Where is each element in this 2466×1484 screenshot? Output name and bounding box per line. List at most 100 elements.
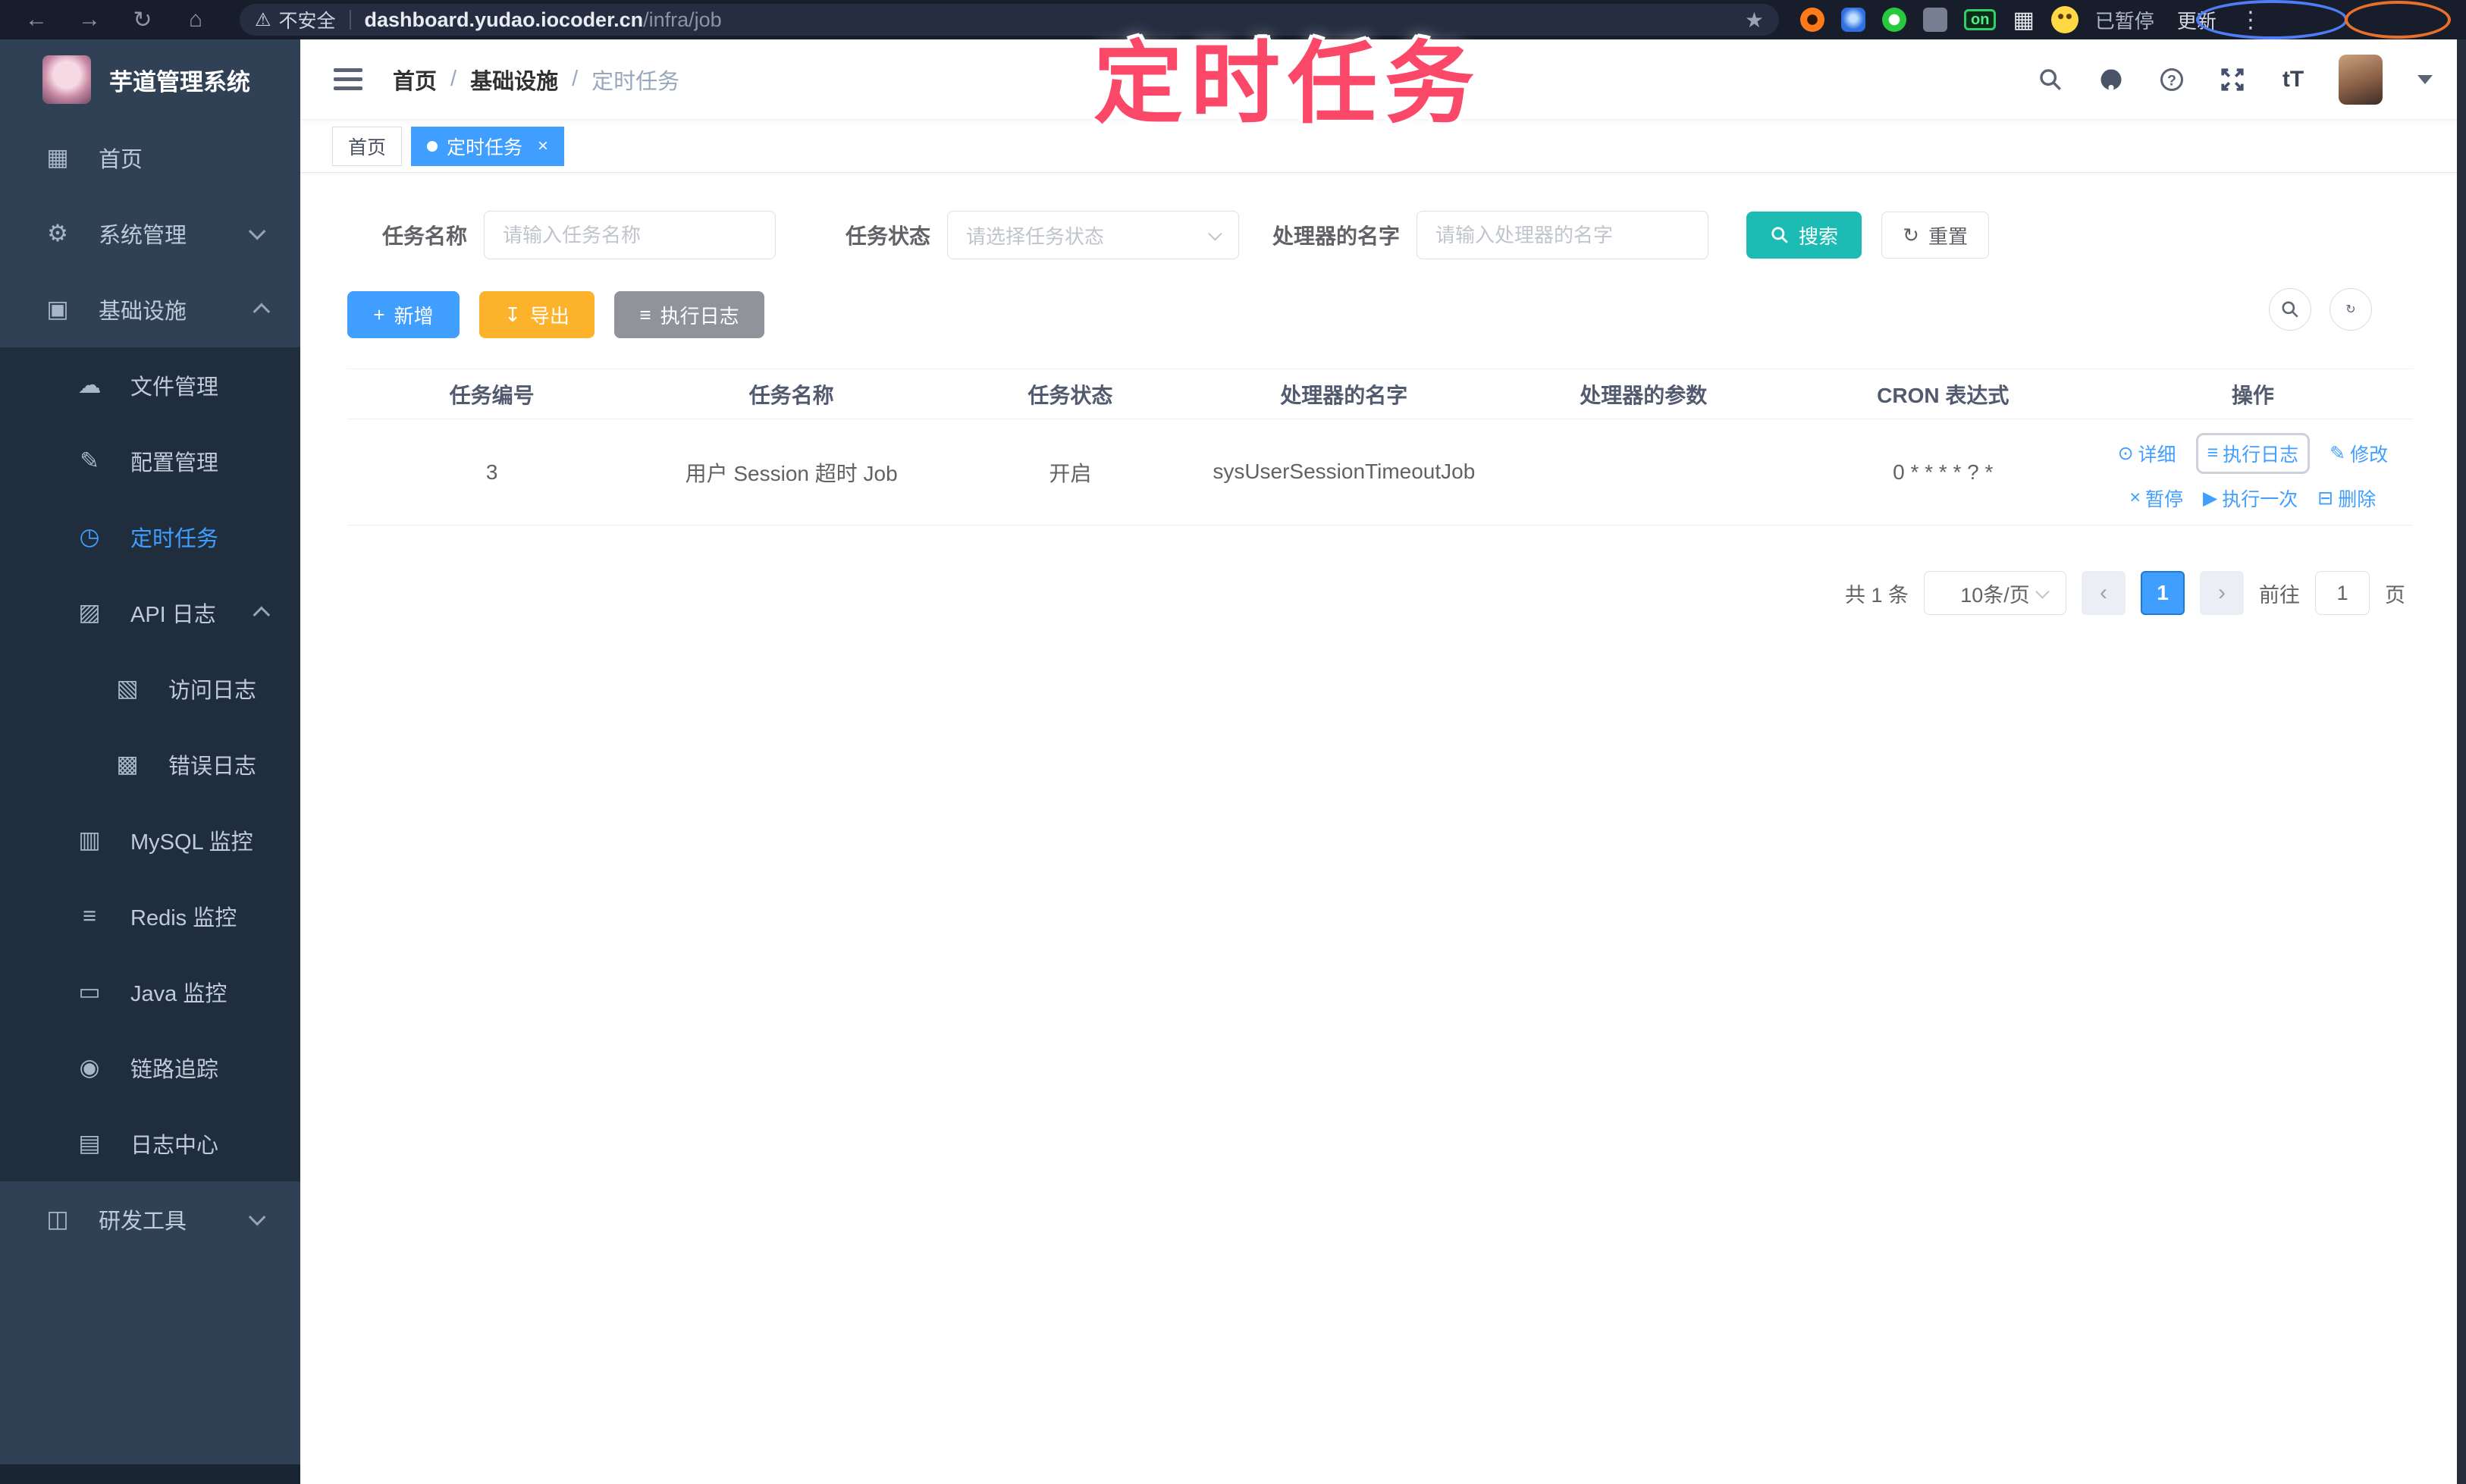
browser-menu-icon[interactable]: ⋮ <box>2239 7 2262 33</box>
chevron-up-icon <box>253 606 271 624</box>
browser-chrome-bar: ← → ↻ ⌂ ⚠ 不安全 dashboard.yudao.iocoder.cn… <box>0 0 2466 39</box>
security-label[interactable]: 不安全 <box>279 6 336 33</box>
sidebar-item-label: 定时任务 <box>130 527 219 551</box>
extension-icon-gray[interactable] <box>1923 8 1947 32</box>
handler-name-input[interactable] <box>1417 211 1709 259</box>
cell-handler-name: sysUserSessionTimeoutJob <box>1213 460 1476 484</box>
sidebar-item-error-log[interactable]: ▩ 错误日志 <box>0 726 300 802</box>
search-icon[interactable] <box>2035 64 2066 95</box>
chevron-down-icon <box>1208 226 1222 241</box>
job-status-select[interactable]: 请选择任务状态 <box>947 211 1240 259</box>
download-icon: ↧ <box>504 303 521 326</box>
show-search-toggle-button[interactable] <box>2269 288 2311 331</box>
sidebar-item-home[interactable]: ▦ 首页 <box>0 120 300 196</box>
sidebar-item-label: 系统管理 <box>99 224 187 248</box>
add-button[interactable]: + 新增 <box>347 291 460 338</box>
sidebar-item-dev-tools[interactable]: ◫ 研发工具 <box>0 1181 300 1257</box>
gear-icon: ⚙ <box>47 220 68 246</box>
prev-page-button[interactable]: ‹ <box>2082 571 2126 615</box>
col-cron: CRON 表达式 <box>1877 383 2010 407</box>
window-scrollbar[interactable] <box>2457 39 2466 1484</box>
col-job-id: 任务编号 <box>449 383 535 407</box>
sidebar-filler <box>0 1257 300 1464</box>
sidebar-item-label: 访问日志 <box>168 679 257 703</box>
sidebar-item-infra[interactable]: ▣ 基础设施 <box>0 271 300 347</box>
sidebar-item-log-center[interactable]: ▤ 日志中心 <box>0 1106 300 1181</box>
user-avatar[interactable] <box>2339 54 2383 105</box>
sidebar-item-label: 研发工具 <box>99 1209 187 1234</box>
sidebar-collapse-bar[interactable] <box>0 1464 300 1484</box>
browser-forward-button[interactable]: → <box>73 7 106 33</box>
cell-job-status: 开启 <box>1049 461 1092 485</box>
exec-log-link[interactable]: ≡ 执行日志 <box>2195 432 2311 474</box>
address-bar[interactable]: ⚠ 不安全 dashboard.yudao.iocoder.cn /infra/… <box>240 4 1779 36</box>
extension-icon-blue[interactable] <box>1841 8 1865 32</box>
export-button[interactable]: ↧ 导出 <box>479 291 595 338</box>
toolbox-icon: ◫ <box>46 1206 69 1232</box>
delete-link[interactable]: ⊟ 删除 <box>2317 485 2376 512</box>
sidebar-item-label: 错误日志 <box>168 755 257 779</box>
sidebar-item-trace[interactable]: ◉ 链路追踪 <box>0 1030 300 1106</box>
tab-home[interactable]: 首页 <box>332 126 403 166</box>
sidebar-item-scheduled-task[interactable]: ◷ 定时任务 <box>0 499 300 575</box>
sidebar-item-access-log[interactable]: ▧ 访问日志 <box>0 651 300 726</box>
job-name-input[interactable] <box>484 211 777 259</box>
exec-log-button[interactable]: ≡ 执行日志 <box>614 291 764 338</box>
emoji-avatar-icon[interactable] <box>2050 6 2079 33</box>
fullscreen-icon[interactable] <box>2217 64 2248 95</box>
help-icon[interactable]: ? <box>2157 64 2187 95</box>
pagination: 共 1 条 10条/页 ‹ 1 › 前往 页 <box>335 571 2431 615</box>
hamburger-icon[interactable] <box>334 67 362 91</box>
extension-icon-green[interactable] <box>1882 8 1906 32</box>
sidebar-item-file-manage[interactable]: ☁ 文件管理 <box>0 347 300 423</box>
tab-close-icon[interactable]: × <box>538 136 548 157</box>
main-area: 首页 / 基础设施 / 定时任务 ? tT 首页 定时任务 × 任务名称 请输入… <box>300 39 2466 1484</box>
breadcrumb-infra[interactable]: 基础设施 <box>470 64 558 96</box>
github-icon[interactable] <box>2096 64 2126 95</box>
extension-icon-orange[interactable] <box>1800 8 1824 32</box>
close-icon: × <box>2129 487 2141 508</box>
sidebar-item-mysql-monitor[interactable]: ▥ MySQL 监控 <box>0 802 300 878</box>
chevron-up-icon <box>253 303 271 321</box>
edit-link[interactable]: ✎ 修改 <box>2330 440 2388 467</box>
page-unit-label: 页 <box>2385 583 2405 607</box>
sidebar-item-config-manage[interactable]: ✎ 配置管理 <box>0 423 300 499</box>
browser-home-button[interactable]: ⌂ <box>179 7 212 33</box>
page-size-select[interactable]: 10条/页 <box>1924 571 2066 615</box>
table-tools: ↻ <box>2269 288 2372 331</box>
search-button[interactable]: 搜索 <box>1746 212 1862 259</box>
browser-back-button[interactable]: ← <box>20 7 53 33</box>
omnibox-divider <box>349 10 351 30</box>
chevron-down-icon <box>248 222 266 240</box>
browser-reload-button[interactable]: ↻ <box>126 7 159 33</box>
pause-link[interactable]: × 暂停 <box>2129 485 2183 512</box>
sidebar-item-java-monitor[interactable]: ▭ Java 监控 <box>0 954 300 1030</box>
sidebar-item-redis-monitor[interactable]: ≡ Redis 监控 <box>0 878 300 954</box>
tab-scheduled-task[interactable]: 定时任务 × <box>411 126 565 166</box>
refresh-icon: ↻ <box>1903 223 1919 246</box>
paused-label: 已暂停 <box>2094 9 2154 33</box>
sidebar-item-system[interactable]: ⚙ 系统管理 <box>0 196 300 271</box>
avatar-caret-down-icon[interactable] <box>2417 74 2433 84</box>
warning-icon: ⚠ <box>255 9 271 30</box>
breadcrumb-home[interactable]: 首页 <box>393 64 437 96</box>
on-badge[interactable]: on <box>1964 9 1997 30</box>
current-page-button[interactable]: 1 <box>2141 571 2185 615</box>
font-size-icon[interactable]: tT <box>2278 64 2308 95</box>
reset-button[interactable]: ↻ 重置 <box>1881 212 1990 259</box>
refresh-table-button[interactable]: ↻ <box>2330 288 2372 331</box>
sidebar-item-label: Java 监控 <box>130 982 227 1006</box>
tags-view-bar: 首页 定时任务 × <box>300 120 2466 173</box>
sidebar-item-api-log[interactable]: ▨ API 日志 <box>0 575 300 651</box>
detail-link[interactable]: ⊙ 详细 <box>2118 440 2176 467</box>
bookmark-star-icon[interactable]: ★ <box>1745 8 1764 33</box>
goto-page-input[interactable] <box>2315 571 2370 615</box>
puzzle-extensions-icon[interactable]: ▦ <box>2013 7 2034 33</box>
sidebar-item-label: 首页 <box>99 148 143 172</box>
sidebar-logo-row[interactable]: 芋道管理系统 <box>0 39 300 120</box>
run-once-link[interactable]: ▶ 执行一次 <box>2203 485 2298 512</box>
browser-update-button[interactable]: 更新 <box>2177 6 2217 34</box>
next-page-button[interactable]: › <box>2200 571 2244 615</box>
chevron-down-icon <box>2035 584 2050 599</box>
list-icon: ≡ <box>2207 442 2219 463</box>
